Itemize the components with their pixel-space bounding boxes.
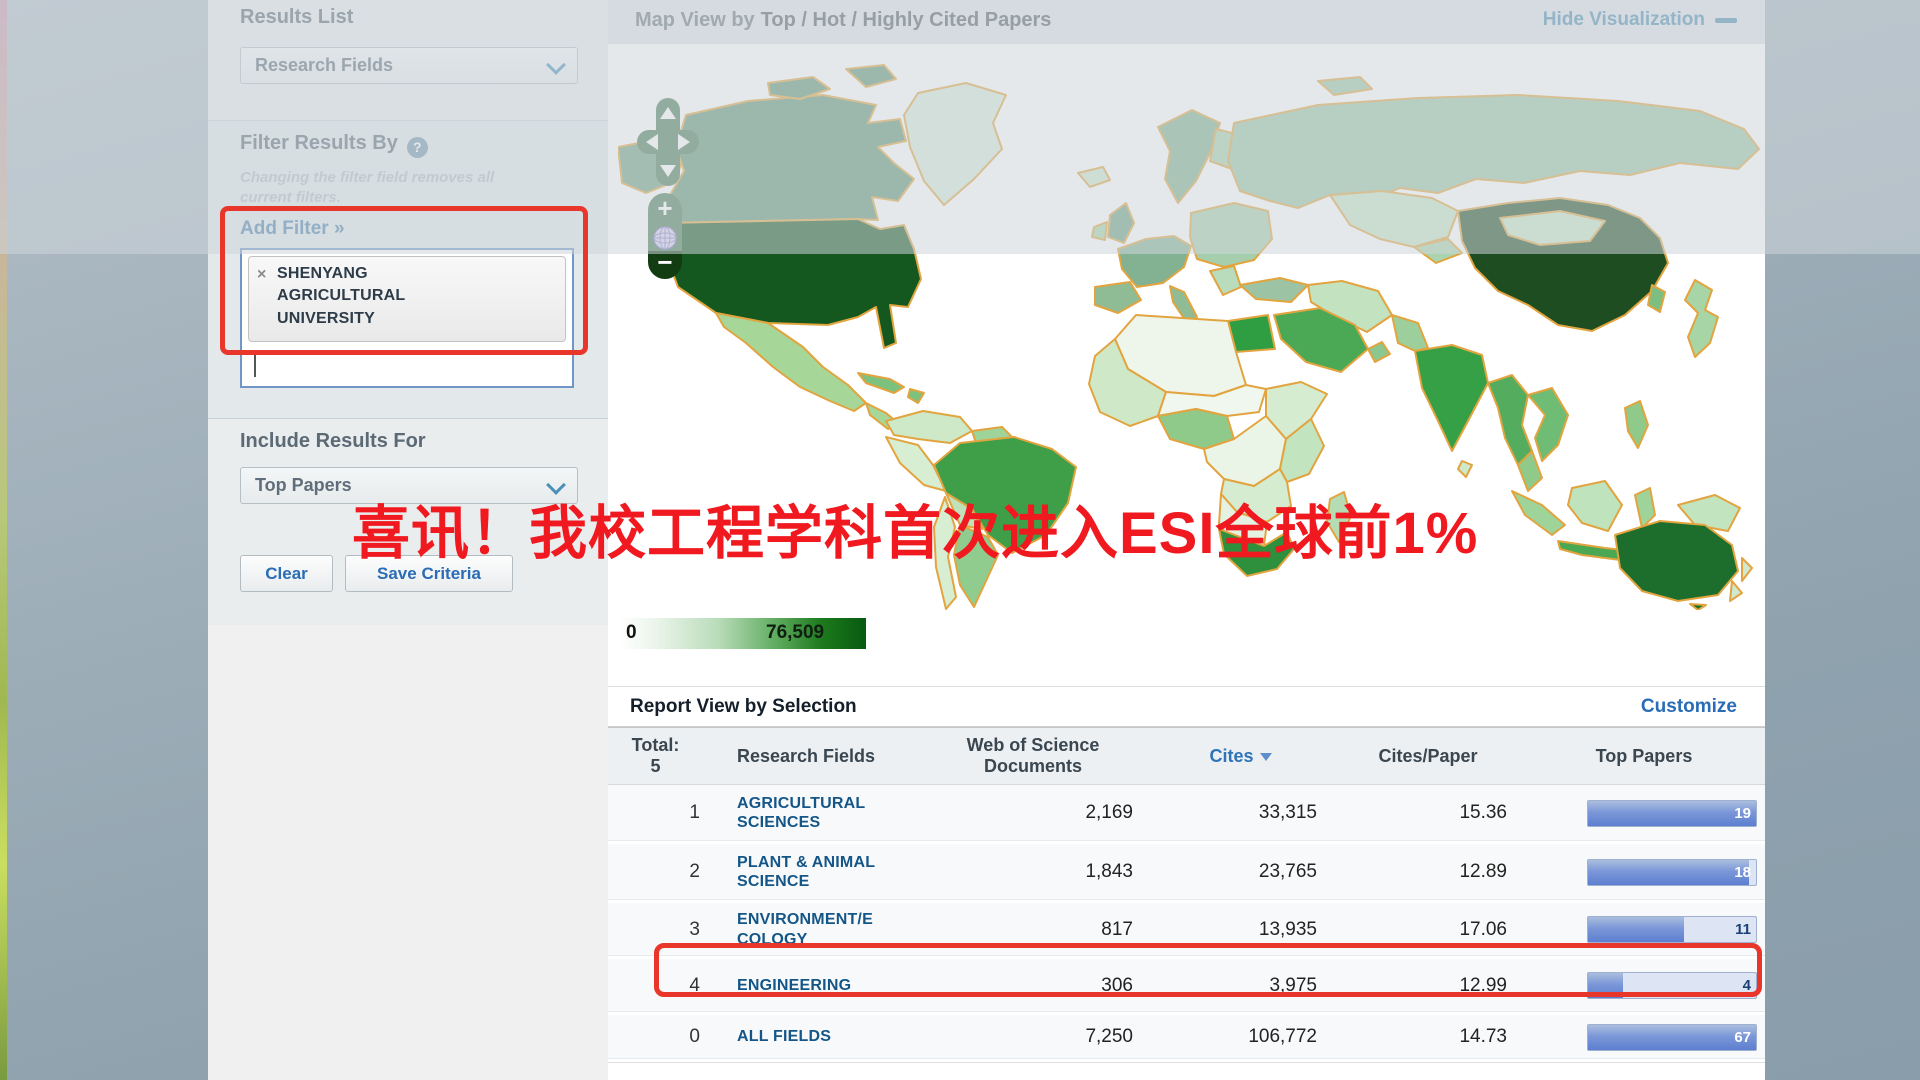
- include-results-dropdown-value: Top Papers: [255, 475, 352, 496]
- top-papers-value: 18: [1734, 864, 1751, 881]
- top-papers-header: Top Papers: [1523, 746, 1765, 767]
- row-rank: 1: [608, 802, 703, 824]
- chevron-down-icon: [546, 475, 566, 495]
- table-row: 4ENGINEERING3063,97512.994: [608, 959, 1765, 1015]
- results-list-dropdown[interactable]: Research Fields: [240, 47, 578, 84]
- filter-results-title: Filter Results By?: [240, 132, 428, 158]
- customize-link[interactable]: Customize: [1641, 696, 1737, 718]
- include-results-dropdown[interactable]: Top Papers: [240, 467, 578, 504]
- add-filter-link[interactable]: Add Filter »: [240, 218, 345, 240]
- wos-documents-value: 817: [918, 919, 1148, 941]
- top-papers-bar: 19: [1587, 800, 1757, 827]
- wos-documents-header: Web of ScienceDocuments: [918, 735, 1148, 776]
- row-rank: 2: [608, 861, 703, 883]
- cites-value: 106,772: [1148, 1026, 1333, 1048]
- chevron-down-icon: [546, 55, 566, 75]
- row-rank: 0: [608, 1026, 703, 1048]
- report-table: Total:5 Research Fields Web of ScienceDo…: [608, 727, 1765, 1063]
- cites-value: 13,935: [1148, 919, 1333, 941]
- esi-page: Results List Research Fields Filter Resu…: [208, 0, 1765, 1080]
- top-papers-bar-cell: 18: [1523, 859, 1765, 886]
- top-papers-bar-fill: [1588, 1025, 1756, 1050]
- world-choropleth-map[interactable]: [618, 55, 1765, 610]
- cites-per-paper-value: 15.36: [1333, 802, 1523, 824]
- desktop-wallpaper-edge: [0, 0, 7, 1080]
- zoom-in-button[interactable]: +: [648, 193, 682, 225]
- sidebar-empty-area: [208, 625, 608, 1080]
- wos-documents-value: 7,250: [918, 1026, 1148, 1048]
- remove-filter-icon[interactable]: ×: [257, 264, 267, 286]
- text-caret: [254, 350, 256, 377]
- research-field-link[interactable]: AGRICULTURALSCIENCES: [703, 794, 918, 832]
- map-zoom-control[interactable]: + −: [648, 193, 682, 279]
- map-color-legend: 0 76,509: [620, 618, 866, 649]
- report-view-bar: Report View by Selection Customize: [608, 686, 1765, 727]
- top-papers-value: 4: [1743, 977, 1751, 994]
- cites-value: 3,975: [1148, 975, 1333, 997]
- research-field-link[interactable]: ENVIRONMENT/ECOLOGY: [703, 910, 918, 948]
- row-rank: 4: [608, 975, 703, 997]
- wos-documents-value: 306: [918, 975, 1148, 997]
- table-row: 1AGRICULTURALSCIENCES2,16933,31515.36 19: [608, 785, 1765, 844]
- help-icon[interactable]: ?: [407, 137, 428, 158]
- research-field-link[interactable]: ENGINEERING: [703, 976, 918, 995]
- research-field-link[interactable]: PLANT & ANIMALSCIENCE: [703, 853, 918, 891]
- wos-documents-value: 2,169: [918, 802, 1148, 824]
- table-row: 3ENVIRONMENT/ECOLOGY81713,93517.06 11: [608, 903, 1765, 959]
- filter-input-box[interactable]: × SHENYANG AGRICULTURAL UNIVERSITY: [240, 248, 574, 388]
- top-papers-bar-cell: 67: [1523, 1024, 1765, 1051]
- filter-note: Changing the filter field removes all cu…: [240, 168, 560, 209]
- legend-min-value: 0: [626, 622, 637, 644]
- research-field-link[interactable]: ALL FIELDS: [703, 1027, 918, 1046]
- report-table-rows: 1AGRICULTURALSCIENCES2,16933,31515.36 19 2…: [608, 785, 1765, 1062]
- map-header: Map View byTop / Hot / Highly Cited Pape…: [608, 0, 1765, 44]
- top-papers-bar: 67: [1587, 1024, 1757, 1051]
- top-papers-value: 19: [1734, 805, 1751, 822]
- minimize-icon: [1715, 18, 1737, 23]
- table-row: 0ALL FIELDS7,250106,77214.73 67: [608, 1015, 1765, 1062]
- clear-button[interactable]: Clear: [240, 555, 333, 592]
- wos-documents-value: 1,843: [918, 861, 1148, 883]
- cites-value: 33,315: [1148, 802, 1333, 824]
- top-papers-bar-cell: 11: [1523, 916, 1765, 943]
- top-papers-bar: 11: [1587, 916, 1757, 943]
- cites-value: 23,765: [1148, 861, 1333, 883]
- cites-per-paper-value: 12.89: [1333, 861, 1523, 883]
- report-view-title: Report View by Selection: [630, 696, 857, 718]
- sidebar: Results List Research Fields Filter Resu…: [208, 0, 608, 1080]
- top-papers-value: 11: [1735, 921, 1751, 938]
- cites-sort-header[interactable]: Cites: [1148, 746, 1333, 767]
- results-list-dropdown-value: Research Fields: [255, 55, 393, 76]
- research-fields-header: Research Fields: [703, 746, 918, 767]
- map-pan-control[interactable]: [637, 98, 699, 186]
- hide-visualization-link[interactable]: Hide Visualization: [1543, 9, 1737, 31]
- top-papers-bar-cell: 4: [1523, 972, 1765, 999]
- screen: Results List Research Fields Filter Resu…: [0, 0, 1920, 1080]
- top-papers-bar-fill: [1588, 917, 1684, 942]
- cites-per-paper-header: Cites/Paper: [1333, 746, 1523, 767]
- top-papers-bar-fill: [1588, 860, 1749, 885]
- report-table-header: Total:5 Research Fields Web of ScienceDo…: [608, 727, 1765, 785]
- top-papers-value: 67: [1734, 1029, 1751, 1046]
- cites-per-paper-value: 14.73: [1333, 1026, 1523, 1048]
- top-papers-bar-cell: 19: [1523, 800, 1765, 827]
- top-papers-bar-fill: [1588, 801, 1756, 826]
- filter-chip-shenyang-agricultural-university[interactable]: × SHENYANG AGRICULTURAL UNIVERSITY: [248, 256, 566, 342]
- sort-descending-icon: [1260, 753, 1272, 761]
- table-row: 2PLANT & ANIMALSCIENCE1,84323,76512.89 18: [608, 844, 1765, 903]
- top-papers-bar: 4: [1587, 972, 1757, 999]
- top-papers-bar-fill: [1588, 973, 1623, 998]
- cites-per-paper-value: 17.06: [1333, 919, 1523, 941]
- map-view-title: Map View byTop / Hot / Highly Cited Pape…: [635, 9, 1051, 32]
- top-papers-bar: 18: [1587, 859, 1757, 886]
- results-list-title: Results List: [240, 6, 353, 29]
- row-rank: 3: [608, 919, 703, 941]
- cites-per-paper-value: 12.99: [1333, 975, 1523, 997]
- include-results-title: Include Results For: [240, 430, 426, 453]
- total-header: Total:5: [608, 735, 703, 776]
- main-panel: Map View byTop / Hot / Highly Cited Pape…: [608, 0, 1765, 1080]
- save-criteria-button[interactable]: Save Criteria: [345, 555, 513, 592]
- legend-max-value: 76,509: [766, 622, 824, 644]
